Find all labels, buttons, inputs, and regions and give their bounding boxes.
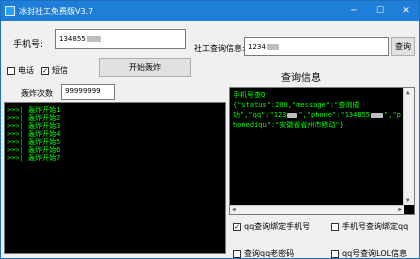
window-title: 冰封社工免费版V3.7 (19, 6, 94, 16)
result-horizontal-scrollbar[interactable]: ◀ ▶ (230, 205, 404, 214)
phone-input[interactable]: 134855 (55, 29, 186, 49)
social-query-value: 1234 (248, 43, 266, 51)
checkbox-label: 查询qq老密码 (244, 249, 295, 258)
result-fragment: ","phone":"134855 (298, 111, 371, 119)
scroll-left-arrow-icon[interactable]: ◀ (232, 206, 236, 213)
sms-checkbox-label: 短信 (52, 66, 68, 75)
social-query-input[interactable]: 1234 (244, 37, 389, 56)
app-icon (5, 6, 15, 16)
count-input[interactable]: 99999999 (61, 84, 115, 100)
log-line: >>>| 轰炸开始7 (7, 154, 61, 162)
redacted-mask (266, 44, 279, 50)
count-label: 轰炸次数 (21, 89, 53, 98)
checkbox-box[interactable]: ✓ (233, 222, 241, 231)
result-line: honediqu":"安徽省省州市移动"} (233, 121, 344, 129)
start-bombing-button[interactable]: 开始轰炸 (99, 58, 191, 77)
qq-old-password-checkbox[interactable]: 查询qq老密码 (233, 248, 295, 258)
log-line: >>>| 轰炸开始5 (7, 138, 61, 146)
sms-checkbox-box[interactable]: ✓ (41, 66, 49, 75)
qq-bind-phone-checkbox[interactable]: ✓ qq查询绑定手机号 (233, 221, 310, 232)
query-result-console[interactable]: 手机号查Q {"status":200,"message":"查询成 功","q… (229, 87, 415, 215)
app-window: 冰封社工免费版V3.7 ─ ☐ ✕ 手机号: 134855 社工查询信息: 12… (0, 0, 420, 259)
phone-value: 134855 (59, 35, 86, 43)
call-checkbox-label: 电话 (18, 66, 34, 75)
result-line: 功","qq":"123 ","phone":"134855 ","p (230, 110, 414, 120)
result-line: {"status":200,"message":"查询成 (233, 101, 360, 109)
window-controls: ─ ☐ ✕ (341, 1, 419, 21)
checkbox-label: qq查询绑定手机号 (244, 222, 311, 231)
bombing-log-console[interactable]: >>>| 轰炸开始1 >>>| 轰炸开始2 >>>| 轰炸开始3 >>>| 轰炸… (4, 102, 226, 254)
phone-label: 手机号: (13, 40, 44, 50)
result-fragment: ","p (384, 111, 401, 119)
count-value: 99999999 (65, 87, 101, 95)
title-bar[interactable]: 冰封社工免费版V3.7 ─ ☐ ✕ (1, 1, 419, 21)
checkbox-label: qq号查询LOL信息 (342, 249, 408, 258)
call-checkbox-box[interactable] (7, 66, 15, 75)
checkbox-box[interactable] (331, 222, 339, 231)
log-line: >>>| 轰炸开始2 (7, 114, 61, 122)
query-info-header: 查询信息 (281, 73, 321, 84)
redacted-mask (86, 36, 101, 42)
redacted-mask (287, 112, 298, 118)
social-query-label: 社工查询信息: (194, 44, 245, 53)
scroll-up-arrow-icon[interactable]: ▲ (406, 89, 410, 96)
call-checkbox[interactable]: 电话 (7, 65, 34, 76)
phone-bind-qq-checkbox[interactable]: 手机号查询绑定qq (331, 221, 408, 232)
scroll-down-arrow-icon[interactable]: ▼ (406, 197, 410, 204)
qq-lol-info-checkbox[interactable]: qq号查询LOL信息 (331, 248, 408, 258)
result-fragment: 功","qq":"123 (233, 111, 287, 119)
close-icon[interactable]: ✕ (393, 1, 419, 21)
checkbox-box[interactable] (233, 249, 241, 258)
minimize-icon[interactable]: ─ (341, 1, 367, 21)
redacted-mask (371, 112, 384, 118)
scroll-right-arrow-icon[interactable]: ▶ (398, 206, 402, 213)
checkbox-label: 手机号查询绑定qq (342, 222, 409, 231)
sms-checkbox[interactable]: ✓ 短信 (41, 65, 68, 76)
query-button[interactable]: 查询 (391, 37, 415, 56)
result-vertical-scrollbar[interactable]: ▲ ▼ (403, 88, 414, 205)
checkbox-box[interactable] (331, 249, 339, 258)
log-line: >>>| 轰炸开始6 (7, 146, 61, 154)
log-line: >>>| 轰炸开始3 (7, 122, 61, 130)
log-line: >>>| 轰炸开始4 (7, 130, 61, 138)
result-line: 手机号查Q (233, 91, 266, 99)
maximize-icon[interactable]: ☐ (367, 1, 393, 21)
log-line: >>>| 轰炸开始1 (7, 106, 61, 114)
